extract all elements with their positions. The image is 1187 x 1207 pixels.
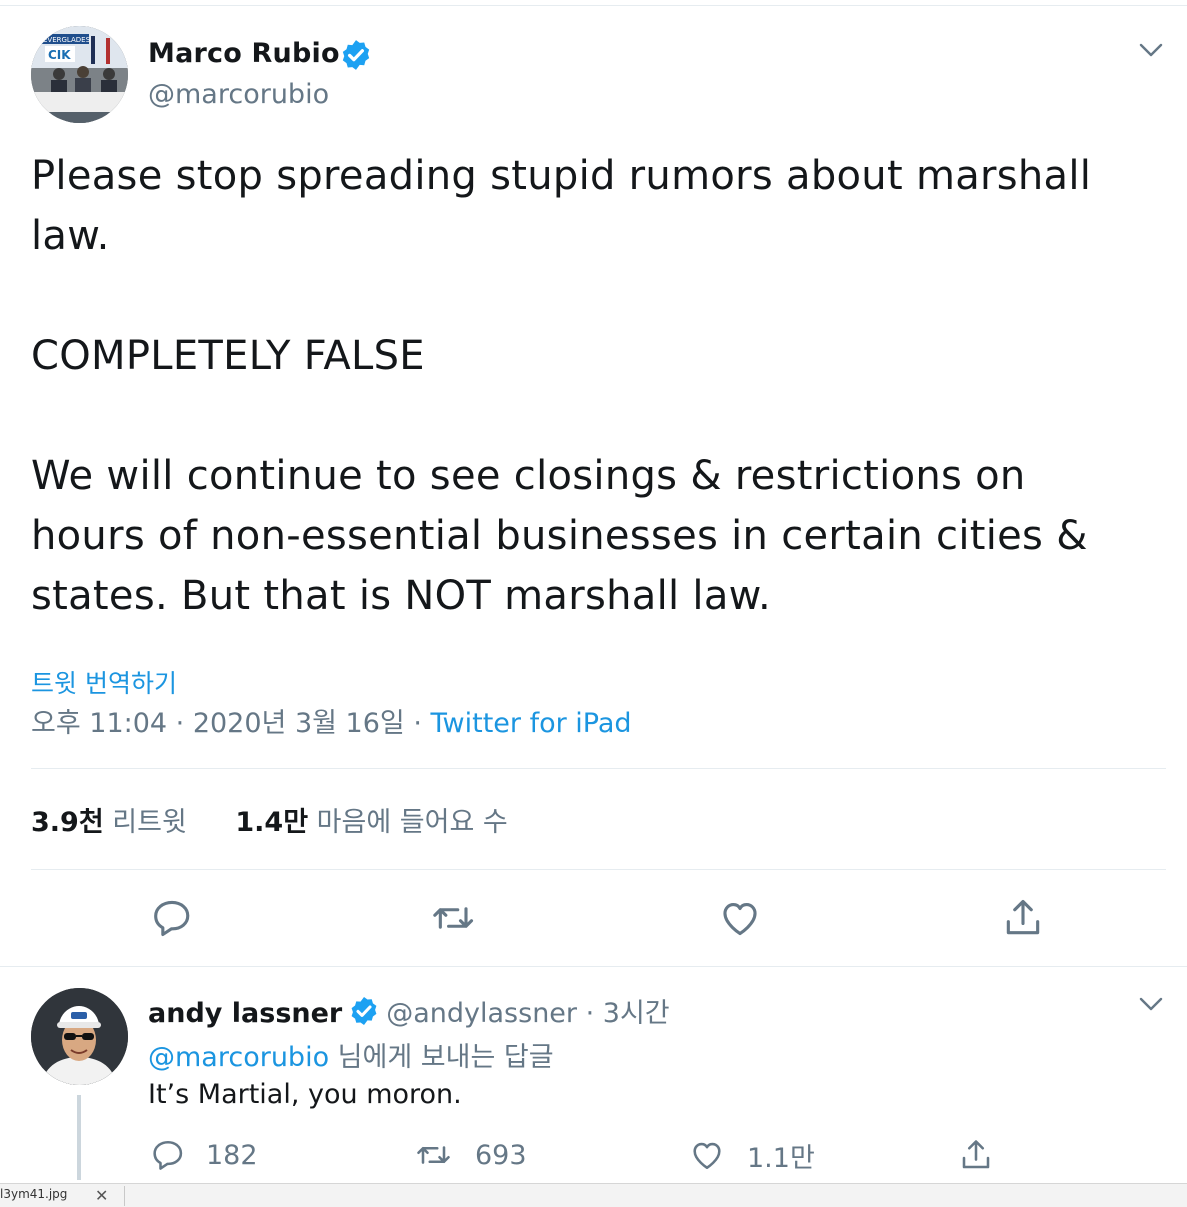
reply-icon — [154, 900, 190, 937]
reply-handle-time[interactable]: @andylassner · 3시간 — [386, 998, 669, 1029]
chevron-down-icon[interactable] — [1138, 40, 1164, 60]
reply-icon — [153, 1140, 183, 1170]
chevron-down-icon[interactable] — [1138, 994, 1164, 1014]
tweet-line: COMPLETELY FALSE — [31, 333, 425, 379]
heart-icon — [723, 903, 757, 936]
thread-line — [77, 1095, 81, 1180]
divider — [31, 869, 1166, 870]
retweet-icon — [433, 907, 474, 929]
reply-button[interactable] — [150, 896, 194, 940]
likes-count: 1.4만 — [235, 807, 309, 838]
tweet-line: hours of non-essential businesses in cer… — [31, 513, 1088, 559]
verified-badge-icon — [351, 997, 377, 1025]
download-bar: l3ym41.jpg ✕ — [0, 1183, 1187, 1207]
author-handle[interactable]: @marcorubio — [148, 79, 329, 110]
reply-like-button[interactable]: 1.1만 — [689, 1135, 815, 1175]
tweet-line: We will continue to see closings & restr… — [31, 453, 1026, 499]
replying-to-suffix: 님에게 보내는 답글 — [329, 1042, 554, 1073]
reply-count: 182 — [206, 1139, 258, 1171]
separator — [124, 1186, 125, 1206]
like-button[interactable] — [718, 896, 762, 940]
reply-author-name[interactable]: andy lassner — [148, 998, 342, 1029]
retweets-label: 리트윗 — [112, 807, 187, 838]
reply-share-button[interactable] — [958, 1135, 994, 1175]
tweet-line: Please stop spreading stupid rumors abou… — [31, 153, 1092, 199]
heart-icon — [693, 1142, 721, 1170]
translate-tweet-link[interactable]: 트윗 번역하기 — [31, 664, 177, 700]
retweet-button[interactable] — [433, 896, 477, 940]
likes-stat[interactable]: 1.4만 마음에 들어요 수 — [235, 800, 507, 839]
retweet-count: 693 — [475, 1139, 527, 1171]
tweet-stats: 3.9천 리트윗 1.4만 마음에 들어요 수 — [31, 800, 508, 839]
close-icon[interactable]: ✕ — [95, 1186, 108, 1205]
divider — [0, 966, 1187, 967]
likes-label: 마음에 들어요 수 — [316, 807, 508, 838]
reply-retweet-button[interactable]: 693 — [417, 1135, 527, 1175]
like-count: 1.1만 — [747, 1142, 815, 1174]
reply-avatar-photo — [31, 988, 128, 1085]
tweet-line: law. — [31, 213, 110, 259]
share-button[interactable] — [1001, 896, 1045, 940]
verified-badge-icon — [342, 40, 370, 70]
reply-reply-button[interactable]: 182 — [150, 1135, 258, 1175]
share-icon — [1006, 899, 1040, 935]
top-border — [0, 5, 1187, 6]
mention-link[interactable]: @marcorubio — [148, 1042, 329, 1073]
share-icon — [962, 1140, 990, 1169]
source-link[interactable]: Twitter for iPad — [431, 708, 632, 739]
download-filename[interactable]: l3ym41.jpg — [0, 1187, 67, 1201]
avatar-photo: EVERGLADES CIK — [31, 26, 128, 123]
retweets-count: 3.9천 — [31, 807, 104, 838]
replying-to: @marcorubio 님에게 보내는 답글 — [148, 1035, 554, 1074]
tweet-meta: 오후 11:04 · 2020년 3월 16일 · Twitter for iP… — [31, 701, 632, 740]
tweet-line: states. But that is NOT marshall law. — [31, 573, 772, 619]
retweets-stat[interactable]: 3.9천 리트윗 — [31, 800, 187, 839]
reply-avatar[interactable] — [31, 988, 128, 1085]
tweet-text: Please stop spreading stupid rumors abou… — [31, 146, 1166, 626]
reply-header: andy lassner @andylassner · 3시간 — [148, 991, 670, 1030]
divider — [31, 768, 1166, 769]
author-name[interactable]: Marco Rubio — [148, 38, 340, 69]
avatar-banner-text: EVERGLADES — [43, 36, 91, 44]
reply-text: It’s Martial, you moron. — [148, 1079, 462, 1110]
avatar-logo-text: CIK — [48, 48, 71, 62]
retweet-icon — [417, 1146, 450, 1164]
avatar[interactable]: EVERGLADES CIK — [31, 26, 128, 123]
timestamp[interactable]: 오후 11:04 · 2020년 3월 16일 · — [31, 708, 431, 739]
